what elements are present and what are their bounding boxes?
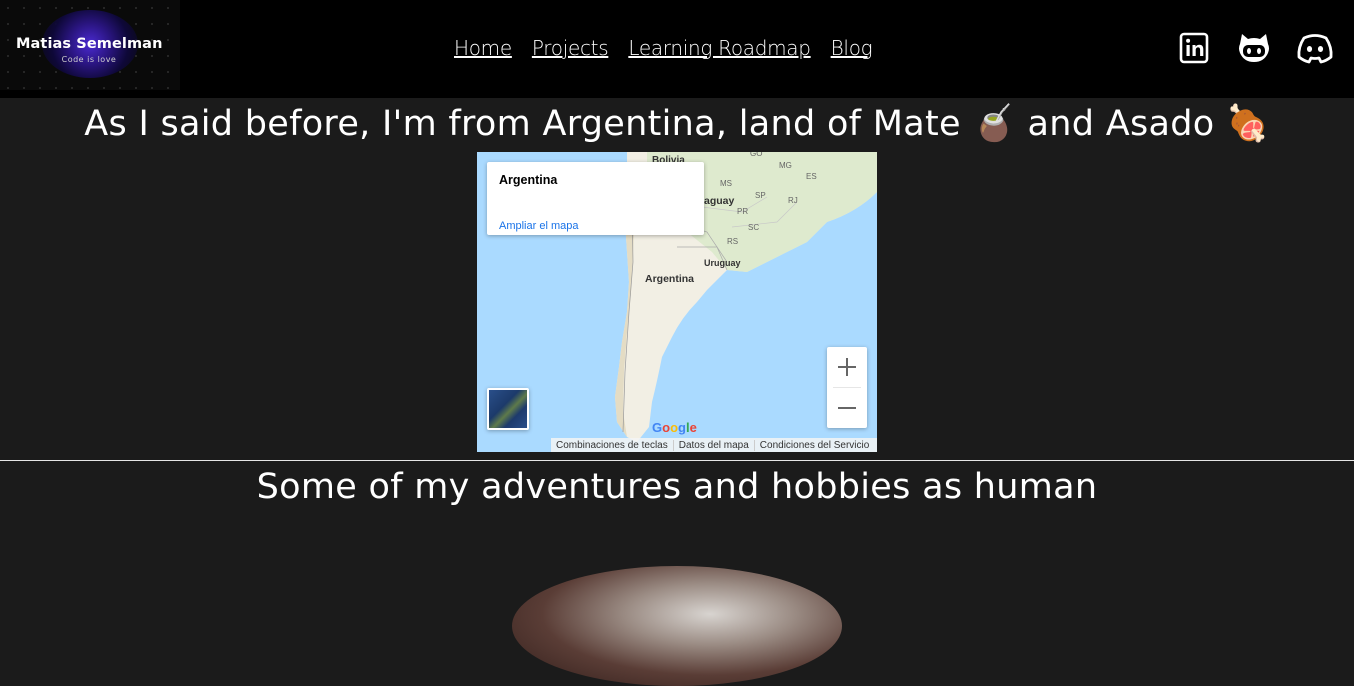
minus-icon [838, 407, 856, 409]
zoom-in-button[interactable] [827, 347, 867, 387]
map-label-uruguay: Uruguay [704, 258, 741, 268]
zoom-out-button[interactable] [827, 388, 867, 428]
expand-map-link[interactable]: Ampliar el mapa [499, 220, 578, 232]
map-label-es: ES [806, 172, 817, 181]
keyboard-shortcuts-link[interactable]: Combinaciones de teclas [551, 439, 674, 451]
nav-blog[interactable]: Blog [831, 36, 873, 60]
terms-of-service-link[interactable]: Condiciones del Servicio [755, 440, 875, 451]
logo-tagline: Code is love [61, 55, 117, 64]
map-info-card: Argentina Ampliar el mapa [487, 162, 704, 235]
site-header: Matias Semelman Code is love Home Projec… [0, 0, 1354, 98]
satellite-toggle-button[interactable] [487, 388, 529, 430]
nav-learning-roadmap[interactable]: Learning Roadmap [628, 36, 811, 60]
map-label-sp: SP [755, 191, 766, 200]
map-label-pr: PR [737, 207, 749, 216]
linkedin-icon[interactable] [1179, 31, 1209, 65]
github-icon[interactable] [1237, 31, 1271, 65]
discord-icon[interactable] [1296, 31, 1334, 65]
map-label-argentina: Argentina [645, 273, 695, 285]
map-label-ms: MS [720, 179, 732, 188]
map-label-sc: SC [748, 223, 760, 232]
adventure-photo [512, 566, 842, 686]
map-label-go: GO [750, 152, 763, 158]
plus-icon [838, 358, 856, 376]
nav-home[interactable]: Home [454, 36, 512, 60]
map-data-link[interactable]: Datos del mapa [674, 439, 755, 451]
map-attribution-bar: Combinaciones de teclas Datos del mapa C… [551, 438, 877, 452]
site-logo[interactable]: Matias Semelman Code is love [0, 0, 180, 90]
map-label-rj: RJ [788, 196, 798, 205]
logo-name: Matias Semelman [16, 36, 163, 52]
map-label-mg: MG [779, 161, 792, 170]
google-map[interactable]: Bolivia aguay Argentina Uruguay GO MG ES… [477, 152, 877, 452]
argentina-section-title: As I said before, I'm from Argentina, la… [84, 104, 1270, 144]
google-logo: Google [652, 420, 697, 435]
map-label-rs: RS [727, 237, 739, 246]
adventures-section-title: Some of my adventures and hobbies as hum… [256, 467, 1098, 507]
main-nav: Home Projects Learning Roadmap Blog [454, 36, 873, 60]
map-info-title: Argentina [499, 173, 558, 187]
section-divider [0, 460, 1354, 461]
map-label-paraguay: aguay [704, 195, 735, 207]
nav-projects[interactable]: Projects [532, 36, 609, 60]
map-zoom-control [827, 347, 867, 428]
